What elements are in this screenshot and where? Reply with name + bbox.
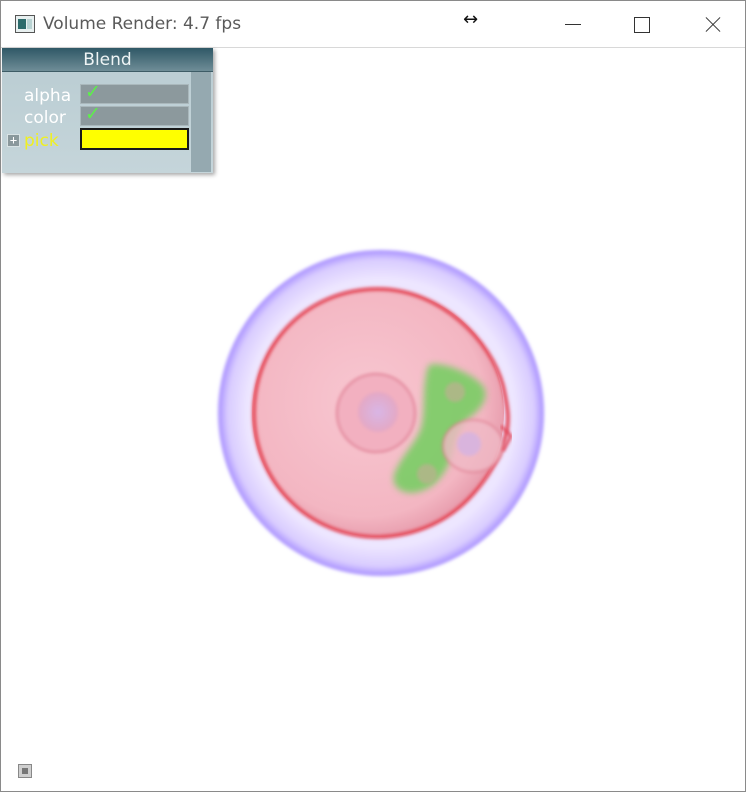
minimize-button[interactable] [549, 1, 595, 47]
close-button[interactable] [688, 1, 734, 47]
volume-render-canvas[interactable] [211, 246, 551, 581]
app-icon[interactable] [15, 15, 35, 33]
pick-label: pick [24, 131, 59, 151]
blend-panel[interactable]: Blend alpha ✓ color ✓ + pick [2, 48, 213, 173]
pick-expand-icon[interactable]: + [7, 134, 20, 147]
maximize-button[interactable] [618, 1, 664, 47]
app-window: Volume Render: 4.7 fps ↔ Blend alpha ✓ c… [0, 0, 746, 792]
blend-panel-title: Blend [83, 50, 132, 70]
green-spot-top [445, 382, 465, 402]
pick-color-swatch[interactable] [80, 128, 189, 150]
alpha-label: alpha [24, 86, 72, 106]
color-checkbox[interactable]: ✓ [80, 103, 189, 126]
color-check-icon: ✓ [85, 103, 101, 125]
green-spot-bottom [417, 464, 437, 484]
nucleus-core [358, 392, 398, 432]
panel-scrollbar[interactable] [191, 72, 211, 172]
alpha-check-icon: ✓ [85, 81, 101, 103]
secondary-vesicle-core [457, 432, 481, 456]
alpha-checkbox[interactable]: ✓ [80, 81, 189, 104]
resize-cursor-icon: ↔ [463, 9, 479, 30]
blend-panel-header[interactable]: Blend [2, 48, 213, 72]
small-window-icon[interactable] [18, 764, 32, 778]
window-title: Volume Render: 4.7 fps [43, 14, 242, 34]
color-label: color [24, 108, 66, 128]
title-bar[interactable]: Volume Render: 4.7 fps ↔ [1, 1, 745, 48]
